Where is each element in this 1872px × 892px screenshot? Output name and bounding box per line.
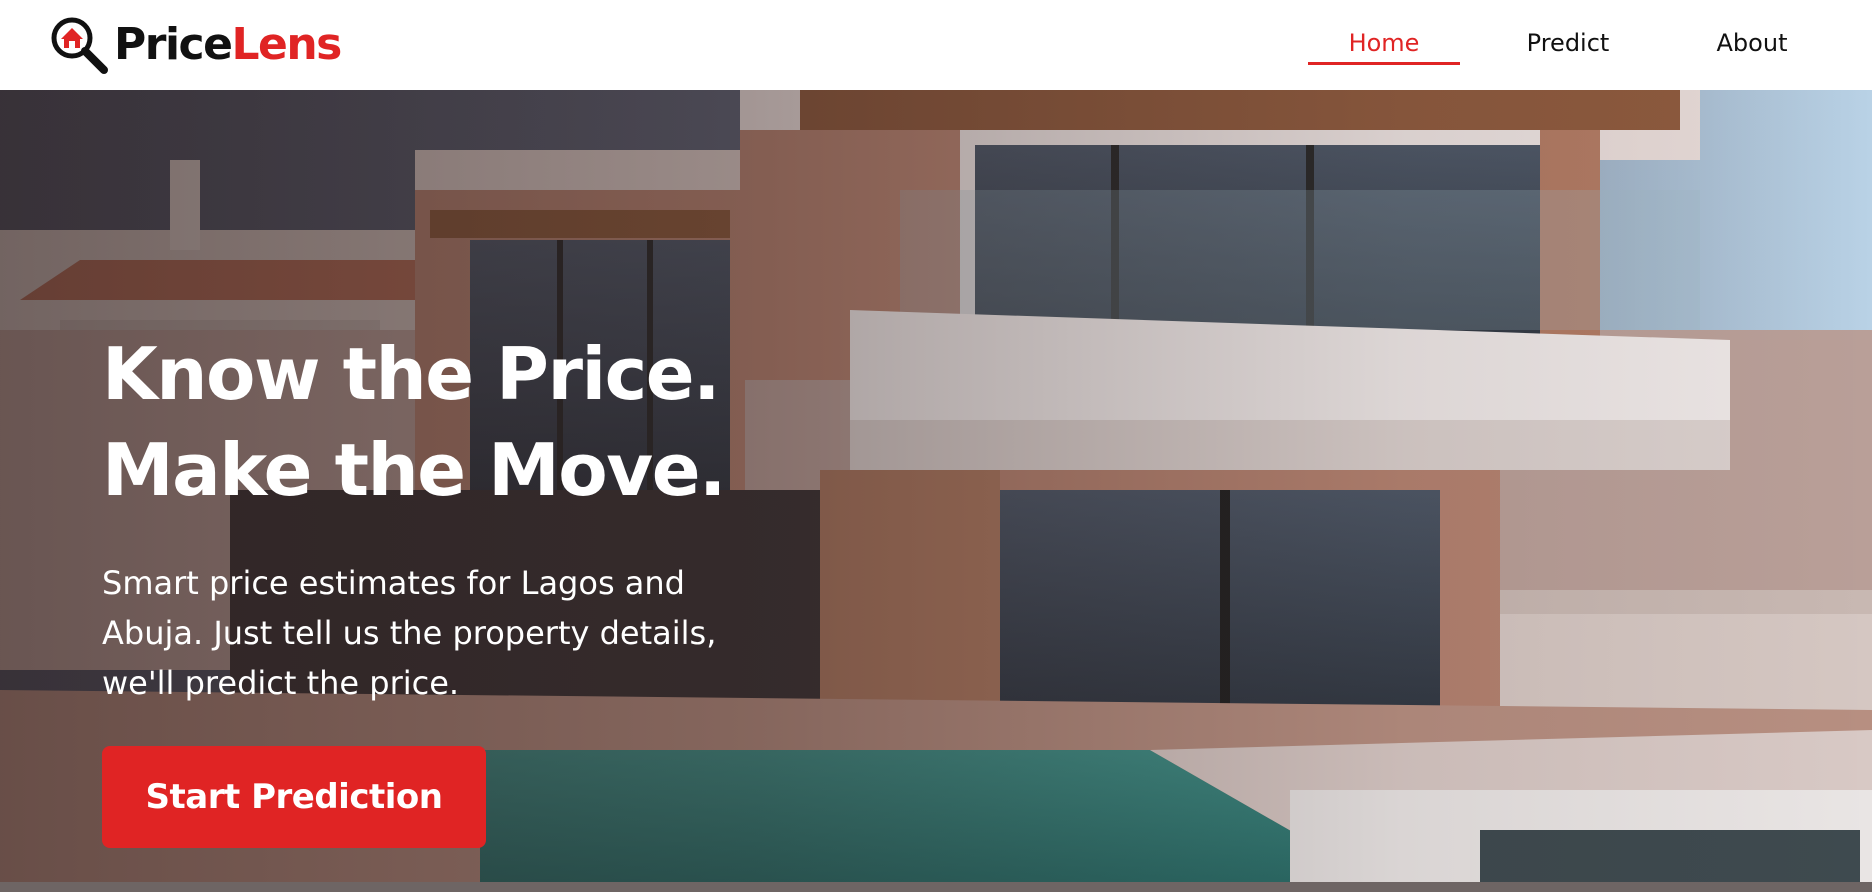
brand-logo[interactable]: PriceLens [48,14,342,76]
headline-line-1: Know the Price. [102,332,721,416]
bottom-divider [0,882,1872,892]
subtext-line-1: Smart price estimates for Lagos and [102,564,685,602]
hero-subtext: Smart price estimates for Lagos and Abuj… [102,558,762,708]
start-prediction-button[interactable]: Start Prediction [102,746,486,848]
nav-predict-link[interactable]: Predict [1508,27,1628,59]
hero-headline: Know the Price. Make the Move. [102,326,1002,518]
nav-home-link[interactable]: Home [1308,27,1460,59]
active-nav-indicator [1308,62,1460,65]
magnifier-house-icon [51,17,108,74]
nav-about-link[interactable]: About [1692,27,1812,59]
brand-name-part2: Lens [231,19,342,70]
top-navbar: PriceLens Home Predict About [0,0,1872,90]
hero-section: Know the Price. Make the Move. Smart pri… [0,90,1872,882]
headline-line-2: Make the Move. [102,428,726,512]
subtext-line-3: we'll predict the price. [102,664,460,702]
brand-name-part1: Price [114,19,233,70]
subtext-line-2: Abuja. Just tell us the property details… [102,614,717,652]
brand-name: PriceLens [114,23,342,67]
